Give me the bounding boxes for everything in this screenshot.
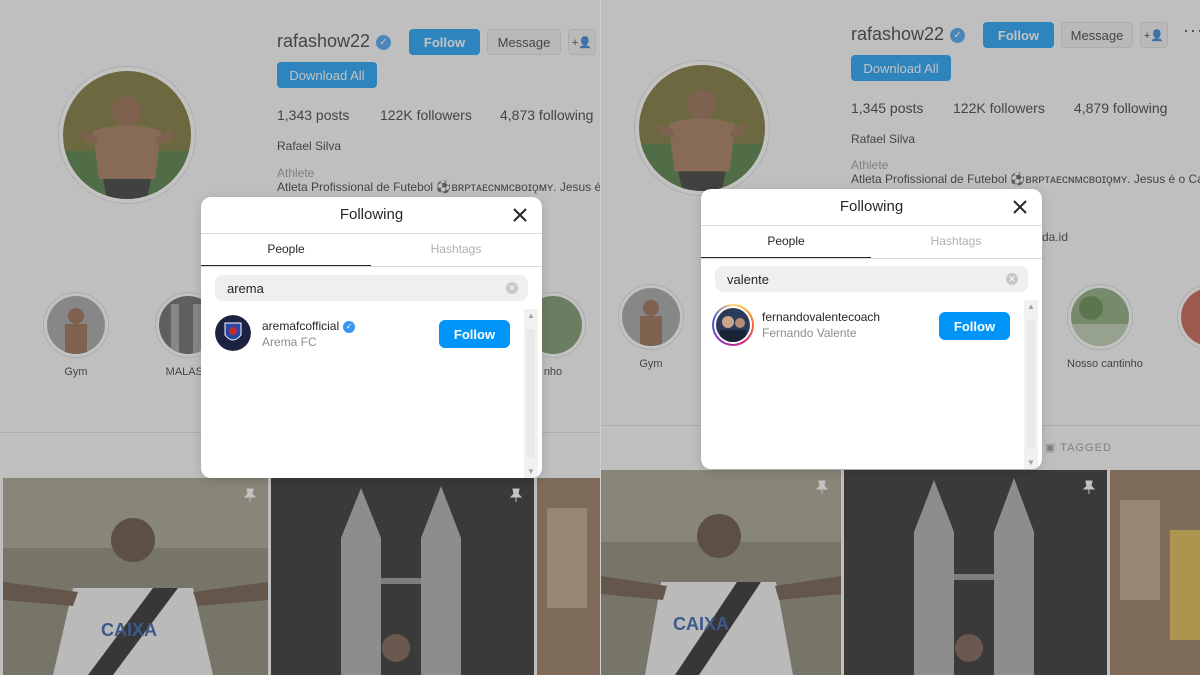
modal-title: Following — [839, 198, 904, 215]
suggest-user-button[interactable]: +👤 — [1140, 22, 1168, 48]
clear-search-icon[interactable]: ✕ — [1006, 273, 1018, 285]
highlight-gym[interactable]: Gym — [618, 284, 684, 370]
pin-icon — [1082, 480, 1096, 494]
profile-avatar[interactable] — [58, 66, 196, 204]
svg-text:CAIXA: CAIXA — [673, 614, 729, 634]
result-follow-button[interactable]: Follow — [939, 312, 1010, 340]
highlight-partial-cover — [1181, 288, 1200, 346]
followers-count[interactable]: 122K followers — [380, 107, 472, 123]
profile-avatar[interactable] — [634, 60, 770, 196]
tab-tagged[interactable]: ▣ TAGGED — [1045, 441, 1112, 454]
scrollbar-thumb[interactable] — [527, 329, 535, 458]
modal-scrollbar[interactable]: ▲ ▼ — [524, 309, 538, 478]
bio-text: Atleta Profissional de Futebol ⚽ʙʀᴘᴛᴀᴇᴄɴ… — [851, 172, 1200, 186]
tab-divider — [201, 266, 542, 267]
clear-search-icon[interactable]: ✕ — [506, 282, 518, 294]
result-username[interactable]: fernandovalentecoach — [762, 310, 880, 324]
full-name: Rafael Silva — [277, 139, 342, 153]
post-tile-1[interactable]: CAIXA — [3, 478, 268, 675]
scroll-down-icon[interactable]: ▼ — [1027, 458, 1035, 467]
tab-hashtags[interactable]: Hashtags — [371, 242, 541, 256]
profile-screen-left: rafashow22 ✓ Follow Message +👤 Download A… — [0, 0, 600, 675]
verified-badge-icon: ✓ — [950, 27, 966, 43]
following-modal: Following People Hashtags ✕ aremafcoffic… — [201, 197, 542, 478]
scroll-down-icon[interactable]: ▼ — [527, 467, 535, 476]
close-icon[interactable] — [1010, 197, 1030, 217]
result-username[interactable]: aremafcofficial ✓ — [262, 319, 356, 333]
profile-username: rafashow22 ✓ — [851, 24, 966, 45]
suggest-user-button[interactable]: +👤 — [568, 29, 596, 55]
close-icon[interactable] — [510, 205, 530, 225]
story-ring[interactable] — [712, 304, 754, 346]
result-follow-button[interactable]: Follow — [439, 320, 510, 348]
modal-scrollbar[interactable]: ▲ ▼ — [1024, 300, 1038, 469]
following-modal: Following People Hashtags ✕ fernandovale… — [701, 189, 1042, 469]
post-tile-2[interactable] — [271, 478, 534, 675]
message-button[interactable]: Message — [1061, 22, 1133, 48]
result-full-name: Fernando Valente — [762, 326, 857, 340]
tab-people[interactable]: People — [201, 242, 371, 256]
tab-divider — [701, 258, 1042, 259]
bio-link[interactable]: da.id — [1042, 230, 1068, 244]
full-name: Rafael Silva — [851, 132, 916, 146]
posts-count: 1,345 posts — [851, 100, 924, 116]
posts-count: 1,343 posts — [277, 107, 350, 123]
follow-button[interactable]: Follow — [409, 29, 480, 55]
highlight-gym-cover — [622, 288, 680, 346]
bio-text: Atleta Profissional de Futebol ⚽ʙʀᴘᴛᴀᴇᴄɴ… — [277, 180, 600, 194]
highlight-nosso-cantinho[interactable]: Nosso cantinho — [1067, 284, 1143, 370]
result-full-name: Arema FC — [262, 335, 317, 349]
tab-hashtags[interactable]: Hashtags — [871, 234, 1041, 248]
tab-people[interactable]: People — [701, 234, 871, 248]
result-avatar[interactable] — [215, 315, 251, 351]
scrollbar-thumb[interactable] — [1027, 320, 1035, 449]
profile-username: rafashow22 ✓ — [277, 31, 392, 52]
search-box[interactable]: ✕ — [715, 266, 1028, 292]
category-label: Athlete — [277, 166, 315, 180]
modal-header-divider — [201, 233, 542, 234]
following-count[interactable]: 4,873 following — [500, 107, 593, 123]
search-input[interactable] — [227, 275, 477, 301]
verified-badge-icon: ✓ — [343, 320, 356, 333]
add-user-icon: +👤 — [571, 36, 593, 49]
highlight-gym[interactable]: Gym — [43, 292, 109, 378]
highlight-label: Bo — [1177, 358, 1200, 370]
more-options-icon[interactable]: ··· — [1183, 20, 1200, 41]
verified-badge-icon: ✓ — [376, 34, 392, 50]
add-user-icon: +👤 — [1143, 29, 1165, 42]
scroll-up-icon[interactable]: ▲ — [1027, 302, 1035, 311]
post-tile-2[interactable] — [844, 470, 1107, 675]
result-avatar — [716, 308, 750, 342]
profile-photo — [63, 71, 191, 199]
download-all-button[interactable]: Download All — [277, 62, 377, 88]
followers-count[interactable]: 122K followers — [953, 100, 1045, 116]
pin-icon — [243, 488, 257, 502]
message-button[interactable]: Message — [487, 29, 561, 55]
pin-icon — [509, 488, 523, 502]
svg-text:CAIXA: CAIXA — [101, 620, 157, 640]
modal-header-divider — [701, 225, 1042, 226]
category-label: Athlete — [851, 158, 889, 172]
search-input[interactable] — [727, 266, 977, 292]
highlight-nosso-cantinho-cover — [1071, 288, 1129, 346]
follow-button[interactable]: Follow — [983, 22, 1054, 48]
pin-icon — [815, 480, 829, 494]
post-tile-1[interactable]: CAIXA — [601, 470, 841, 675]
scroll-up-icon[interactable]: ▲ — [527, 311, 535, 320]
highlight-partial[interactable]: Bo — [1177, 284, 1200, 370]
tagged-icon: ▣ — [1045, 442, 1061, 454]
modal-title: Following — [339, 206, 404, 223]
search-box[interactable]: ✕ — [215, 275, 528, 301]
profile-screen-right: rafashow22✓ Follow Message +👤 ··· Downlo… — [600, 0, 1200, 675]
post-tile-3[interactable] — [537, 478, 600, 675]
highlight-label: Gym — [639, 358, 663, 370]
download-all-button[interactable]: Download All — [851, 55, 951, 81]
highlight-label: Nosso cantinho — [1067, 358, 1143, 370]
profile-photo — [639, 65, 765, 191]
following-count[interactable]: 4,879 following — [1074, 100, 1167, 116]
post-tile-3[interactable] — [1110, 470, 1200, 675]
highlight-gym-cover — [47, 296, 105, 354]
highlight-label: Gym — [64, 366, 88, 378]
